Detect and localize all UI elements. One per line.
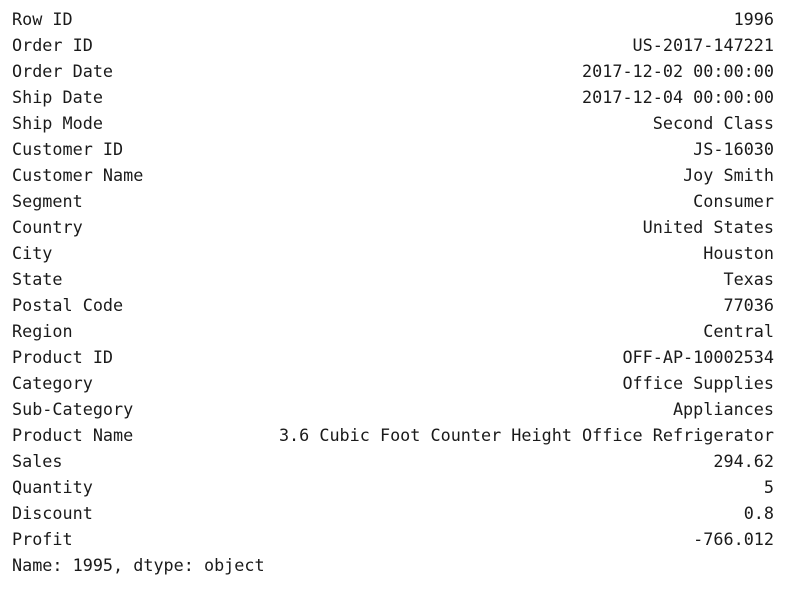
row-value: Appliances <box>672 399 774 419</box>
row-value: OFF-AP-10002534 <box>622 347 774 367</box>
row-key: Region <box>12 321 73 341</box>
row-value: United States <box>642 217 774 237</box>
series-row: Ship Mode Second Class <box>12 110 774 136</box>
row-value: Texas <box>723 269 774 289</box>
row-key: City <box>12 243 53 263</box>
series-row: Discount 0.8 <box>12 500 774 526</box>
row-key: Profit <box>12 529 73 549</box>
row-value: Central <box>703 321 774 341</box>
series-row: Sub-Category Appliances <box>12 396 774 422</box>
series-row: Postal Code 77036 <box>12 292 774 318</box>
series-row: Quantity 5 <box>12 474 774 500</box>
row-key: Order Date <box>12 61 114 81</box>
row-value: JS-16030 <box>693 139 774 159</box>
row-value: 0.8 <box>743 503 774 523</box>
series-row: Customer Name Joy Smith <box>12 162 774 188</box>
row-value: -766.012 <box>693 529 774 549</box>
series-footer: Name: 1995, dtype: object <box>12 555 265 575</box>
series-row: Region Central <box>12 318 774 344</box>
series-row: Order Date 2017-12-02 00:00:00 <box>12 58 774 84</box>
row-key: Order ID <box>12 35 93 55</box>
row-value: Consumer <box>693 191 774 211</box>
series-row: State Texas <box>12 266 774 292</box>
row-key: Discount <box>12 503 93 523</box>
series-row: Row ID 1996 <box>12 6 774 32</box>
row-key: Country <box>12 217 83 237</box>
row-key: Segment <box>12 191 83 211</box>
row-key: Customer Name <box>12 165 144 185</box>
row-value: Second Class <box>652 113 774 133</box>
series-row: Category Office Supplies <box>12 370 774 396</box>
series-output: Row ID 1996 Order ID US-2017-147221 Orde… <box>12 6 774 578</box>
row-key: Sub-Category <box>12 399 134 419</box>
row-value: 3.6 Cubic Foot Counter Height Office Ref… <box>278 425 774 445</box>
row-value: Office Supplies <box>622 373 774 393</box>
row-key: Product ID <box>12 347 114 367</box>
row-key: Category <box>12 373 93 393</box>
series-row: City Houston <box>12 240 774 266</box>
row-key: Postal Code <box>12 295 124 315</box>
series-row: Sales 294.62 <box>12 448 774 474</box>
row-value: 77036 <box>723 295 774 315</box>
series-row: Product Name 3.6 Cubic Foot Counter Heig… <box>12 422 774 448</box>
row-key: State <box>12 269 63 289</box>
series-row: Profit -766.012 <box>12 526 774 552</box>
row-key: Ship Mode <box>12 113 103 133</box>
row-value: Joy Smith <box>683 165 774 185</box>
row-value: 2017-12-04 00:00:00 <box>582 87 774 107</box>
row-value: US-2017-147221 <box>632 35 774 55</box>
row-key: Row ID <box>12 9 73 29</box>
series-row: Segment Consumer <box>12 188 774 214</box>
row-value: 2017-12-02 00:00:00 <box>582 61 774 81</box>
row-value: Houston <box>703 243 774 263</box>
row-key: Customer ID <box>12 139 124 159</box>
row-key: Quantity <box>12 477 93 497</box>
row-value: 1996 <box>733 9 774 29</box>
series-row: Order ID US-2017-147221 <box>12 32 774 58</box>
row-key: Ship Date <box>12 87 103 107</box>
row-value: 5 <box>763 477 774 497</box>
row-key: Sales <box>12 451 63 471</box>
row-value: 294.62 <box>713 451 774 471</box>
series-row: Customer ID JS-16030 <box>12 136 774 162</box>
series-row: Ship Date 2017-12-04 00:00:00 <box>12 84 774 110</box>
series-row: Country United States <box>12 214 774 240</box>
series-row: Product ID OFF-AP-10002534 <box>12 344 774 370</box>
row-key: Product Name <box>12 425 134 445</box>
